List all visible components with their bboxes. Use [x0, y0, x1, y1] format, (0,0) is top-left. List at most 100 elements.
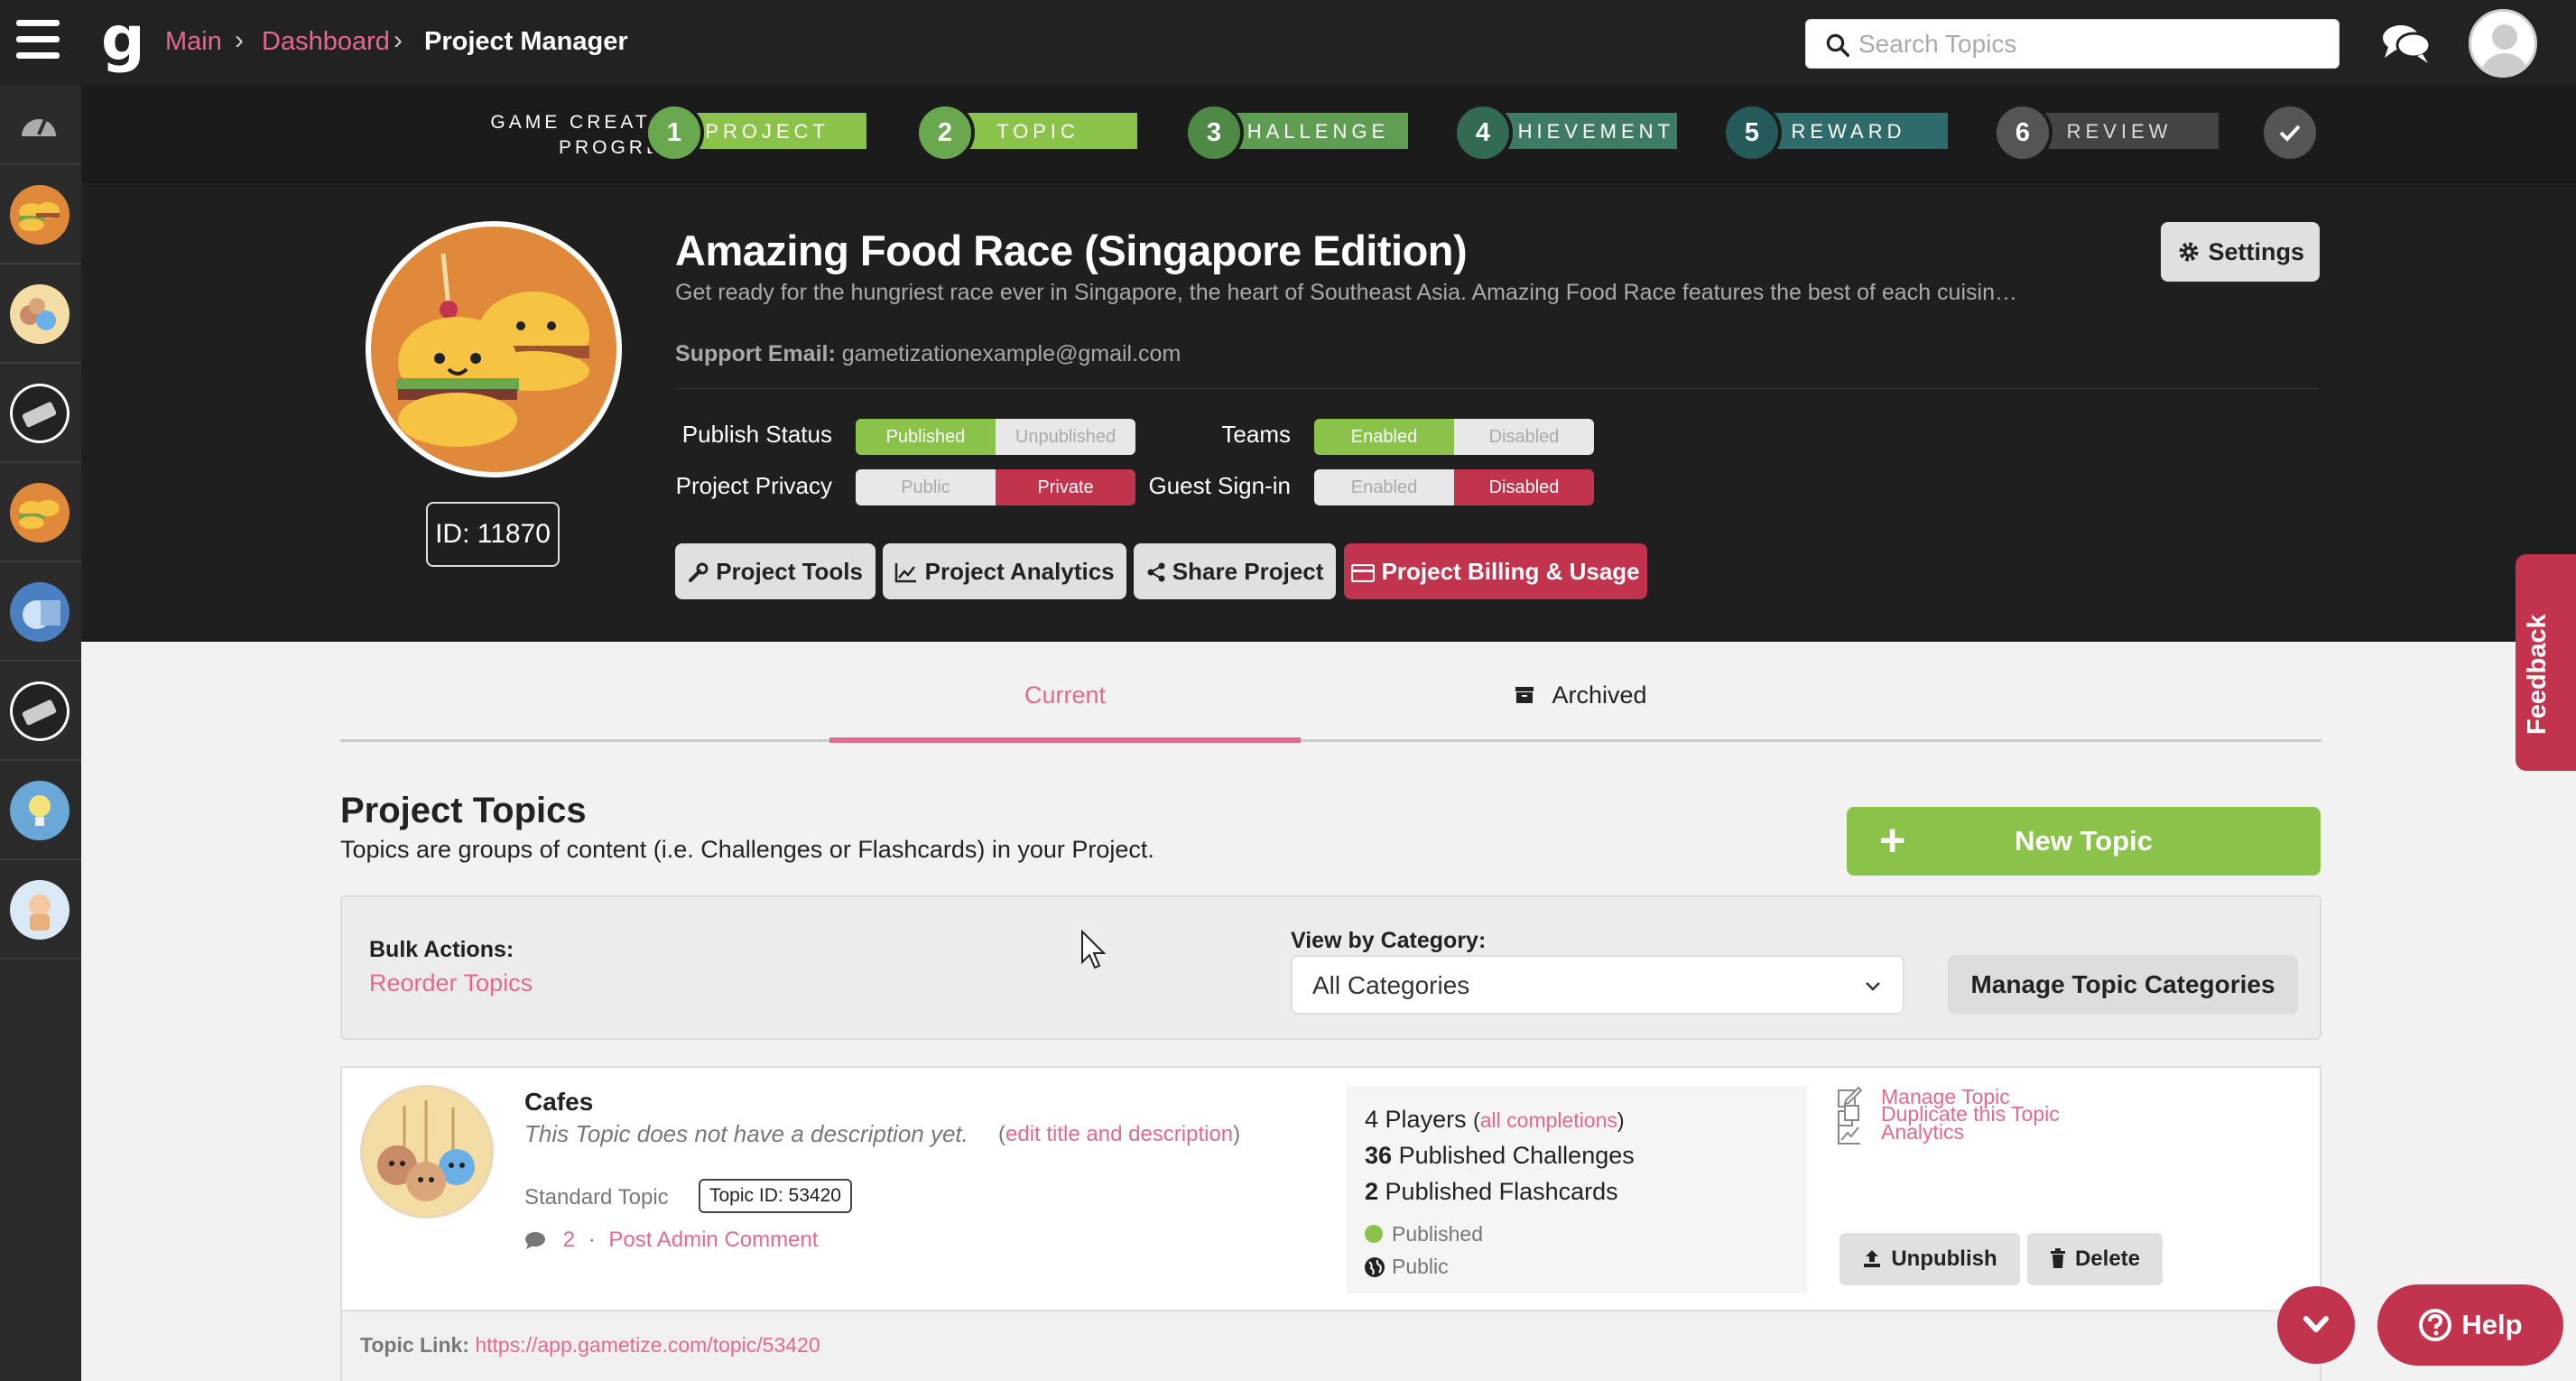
project-title: Amazing Food Race (Singapore Edition): [675, 227, 1468, 274]
sidebar-project-6[interactable]: [0, 662, 81, 761]
chart-line-icon: [895, 562, 917, 582]
step-number[interactable]: 1: [644, 103, 704, 162]
archive-icon: [1515, 687, 1534, 703]
category-filter-label: View by Category:: [1291, 928, 1487, 953]
mouse-cursor-icon: [1081, 930, 1107, 969]
step-number[interactable]: 4: [1453, 103, 1513, 162]
topic-link-bar: Topic Link: https://app.gametize.com/top…: [342, 1310, 2320, 1381]
comment-count[interactable]: 2: [563, 1228, 575, 1252]
all-completions-link[interactable]: all completions: [1480, 1108, 1617, 1132]
reorder-topics-link[interactable]: Reorder Topics: [369, 969, 533, 997]
project-image[interactable]: [366, 221, 622, 477]
guest-signin-toggle[interactable]: Enabled Disabled: [1314, 469, 1594, 505]
topic-analytics-link[interactable]: Analytics: [1881, 1120, 1964, 1145]
breadcrumb-dashboard[interactable]: Dashboard: [262, 27, 390, 57]
share-project-button[interactable]: Share Project: [1134, 543, 1336, 599]
category-select[interactable]: All Categories: [1291, 955, 1904, 1015]
status-dot-icon: [1365, 1225, 1383, 1243]
tab-current[interactable]: Current: [829, 681, 1301, 745]
sidebar-project-5[interactable]: [0, 562, 81, 662]
manage-topic-categories-button[interactable]: Manage Topic Categories: [1948, 955, 2298, 1015]
toggle-option-enabled[interactable]: Enabled: [1314, 419, 1454, 455]
project-thumbnail: [10, 681, 69, 741]
flashcards-stat: 2 Published Flashcards: [1365, 1178, 1618, 1205]
comments-row: 2 · Post Admin Comment: [524, 1228, 818, 1253]
edit-topic-link[interactable]: (edit title and description): [998, 1122, 1240, 1147]
project-thumbnail: [10, 483, 69, 542]
topic-url-link[interactable]: https://app.gametize.com/topic/53420: [475, 1333, 820, 1357]
challenges-stat: 36 Published Challenges: [1365, 1142, 1635, 1169]
active-tab-indicator: [829, 737, 1301, 743]
menu-icon[interactable]: [16, 20, 60, 65]
sidebar-project-8[interactable]: [0, 860, 81, 959]
step-number[interactable]: 3: [1184, 103, 1244, 162]
delete-button[interactable]: Delete: [2027, 1233, 2163, 1285]
guest-signin-label: Guest Sign-in: [1148, 472, 1291, 499]
scroll-down-button[interactable]: [2277, 1286, 2355, 1364]
project-analytics-button[interactable]: Project Analytics: [883, 543, 1126, 599]
plus-icon: +: [1879, 815, 1906, 866]
players-stat: 4 Players (all completions): [1365, 1106, 1625, 1133]
publish-status-toggle[interactable]: Published Unpublished: [856, 419, 1135, 455]
sidebar-project-7[interactable]: [0, 761, 81, 860]
sidebar-project-food-race[interactable]: [0, 165, 81, 264]
chevron-right-icon: ›: [235, 25, 244, 55]
toggle-option-published[interactable]: Published: [856, 419, 996, 455]
topic-privacy: Public: [1392, 1255, 1449, 1278]
project-tools-button[interactable]: Project Tools: [675, 543, 876, 599]
checkmark-icon: [2279, 125, 2301, 142]
chevron-right-icon: ›: [394, 25, 403, 55]
settings-button[interactable]: Settings: [2161, 222, 2320, 282]
project-thumbnail: [10, 284, 69, 344]
search-box[interactable]: [1805, 19, 2340, 69]
topic-link: Topic Link: https://app.gametize.com/top…: [360, 1333, 820, 1357]
post-admin-comment-link[interactable]: Post Admin Comment: [608, 1228, 818, 1252]
publish-status-label: Publish Status: [681, 421, 832, 448]
project-privacy-label: Project Privacy: [675, 472, 832, 499]
step-number[interactable]: 6: [1993, 103, 2052, 162]
user-avatar[interactable]: [2469, 9, 2537, 78]
topic-image[interactable]: [360, 1085, 494, 1219]
help-button[interactable]: Help: [2377, 1284, 2563, 1366]
toggle-option-disabled[interactable]: Disabled: [1454, 419, 1594, 455]
globe-icon: [1365, 1257, 1385, 1277]
sidebar-project-3[interactable]: [0, 364, 81, 463]
teams-toggle[interactable]: Enabled Disabled: [1314, 419, 1594, 455]
topic-type: Standard Topic: [524, 1185, 669, 1210]
bulk-actions-label: Bulk Actions:: [369, 937, 514, 962]
gametize-logo[interactable]: g: [101, 9, 145, 70]
feedback-tab[interactable]: Feedback: [2516, 554, 2576, 771]
project-id-badge: ID: 11870: [426, 502, 560, 567]
project-privacy-toggle[interactable]: Public Private: [856, 469, 1135, 505]
step-number[interactable]: 5: [1722, 103, 1782, 162]
sidebar-project-cafes[interactable]: [0, 264, 81, 364]
project-thumbnail: [10, 582, 69, 642]
chat-icon[interactable]: [2379, 18, 2433, 69]
breadcrumb-main[interactable]: Main: [165, 27, 222, 57]
toggle-option-enabled[interactable]: Enabled: [1314, 469, 1454, 505]
project-billing-button[interactable]: Project Billing & Usage: [1344, 543, 1647, 599]
dashboard-icon: [22, 119, 56, 136]
user-icon: [2481, 24, 2528, 75]
unpublish-button[interactable]: Unpublish: [1839, 1233, 2020, 1285]
bulk-actions-panel: Bulk Actions: Reorder Topics View by Cat…: [340, 895, 2321, 1040]
toggle-option-public[interactable]: Public: [856, 469, 996, 505]
topic-id-badge: Topic ID: 53420: [699, 1179, 852, 1213]
new-topic-button[interactable]: + New Topic: [1847, 807, 2321, 876]
project-thumbnail: [10, 781, 69, 840]
project-description: Get ready for the hungriest race ever in…: [675, 280, 2029, 305]
trash-icon: [2050, 1248, 2065, 1268]
credit-card-icon: [1351, 563, 1376, 582]
step-complete[interactable]: [2260, 103, 2320, 162]
topic-status: Published: [1392, 1222, 1484, 1246]
step-number[interactable]: 2: [915, 103, 975, 162]
sidebar-dashboard[interactable]: [0, 86, 81, 165]
breadcrumb-current: Project Manager: [424, 27, 628, 56]
sidebar-project-4[interactable]: [0, 463, 81, 562]
project-sidebar: [0, 86, 81, 1381]
search-input[interactable]: [1858, 27, 2328, 61]
section-subtitle: Topics are groups of content (i.e. Chall…: [340, 836, 1154, 863]
tab-archived[interactable]: Archived: [1301, 681, 1860, 745]
toggle-option-disabled[interactable]: Disabled: [1454, 469, 1594, 505]
analytics-icon: [1838, 1124, 1860, 1145]
